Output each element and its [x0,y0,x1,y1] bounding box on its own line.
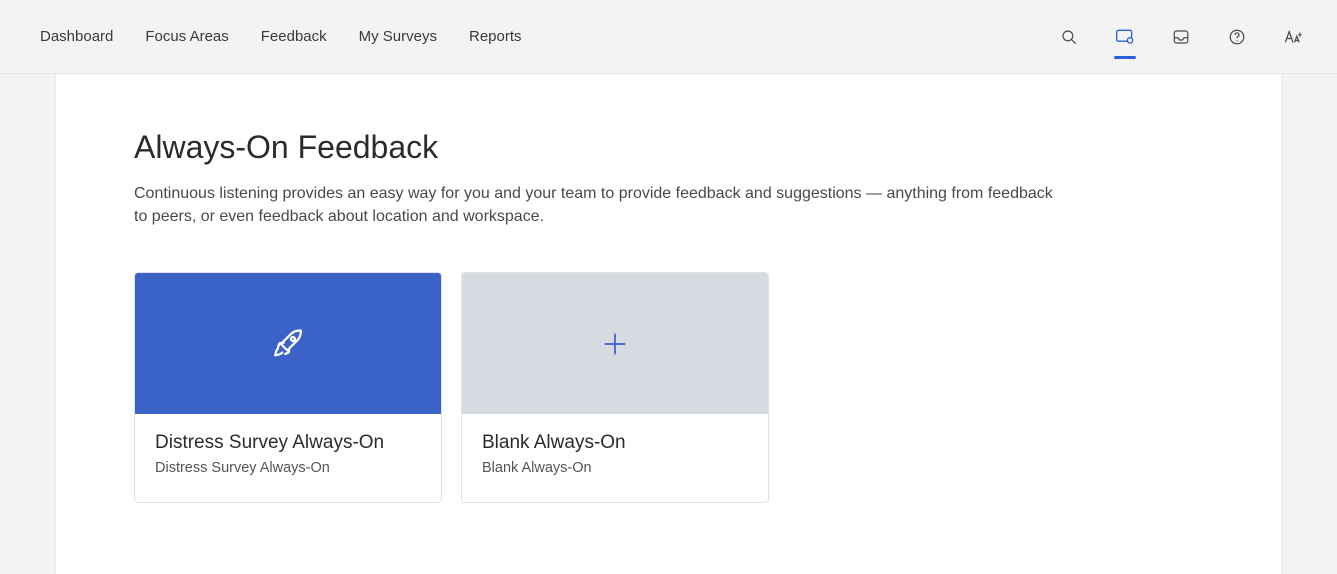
page-title: Always-On Feedback [134,129,1203,166]
nav-tab-focus-areas[interactable]: Focus Areas [143,22,230,51]
help-icon [1228,28,1246,46]
template-cards: Distress Survey Always-On Distress Surve… [134,272,1203,503]
card-body: Blank Always-On Blank Always-On [462,414,768,502]
inbox-button[interactable] [1167,17,1195,57]
card-title: Distress Survey Always-On [155,432,421,454]
search-icon [1060,28,1078,46]
toolbar-icons [1055,17,1307,57]
card-cover [135,273,441,414]
card-subtitle: Distress Survey Always-On [155,460,421,476]
nav-tab-my-surveys[interactable]: My Surveys [357,22,439,51]
top-bar: Dashboard Focus Areas Feedback My Survey… [0,0,1337,74]
search-button[interactable] [1055,17,1083,57]
card-subtitle: Blank Always-On [482,460,748,476]
nav-tab-dashboard[interactable]: Dashboard [38,22,115,51]
page-description: Continuous listening provides an easy wa… [134,182,1054,228]
card-blank-always-on[interactable]: Blank Always-On Blank Always-On [461,272,769,503]
nav-tabs: Dashboard Focus Areas Feedback My Survey… [38,22,524,51]
screen-gear-icon [1115,28,1135,46]
card-body: Distress Survey Always-On Distress Surve… [135,414,441,502]
card-title: Blank Always-On [482,432,748,454]
help-button[interactable] [1223,17,1251,57]
font-size-icon [1283,28,1303,46]
always-on-feedback-tool-button[interactable] [1111,17,1139,57]
plus-icon [602,331,628,357]
inbox-icon [1172,28,1190,46]
nav-tab-feedback[interactable]: Feedback [259,22,329,51]
card-distress-survey[interactable]: Distress Survey Always-On Distress Surve… [134,272,442,503]
language-button[interactable] [1279,17,1307,57]
nav-tab-reports[interactable]: Reports [467,22,524,51]
page-content: Always-On Feedback Continuous listening … [55,74,1282,574]
card-cover [462,273,768,414]
rocket-icon [271,327,305,361]
